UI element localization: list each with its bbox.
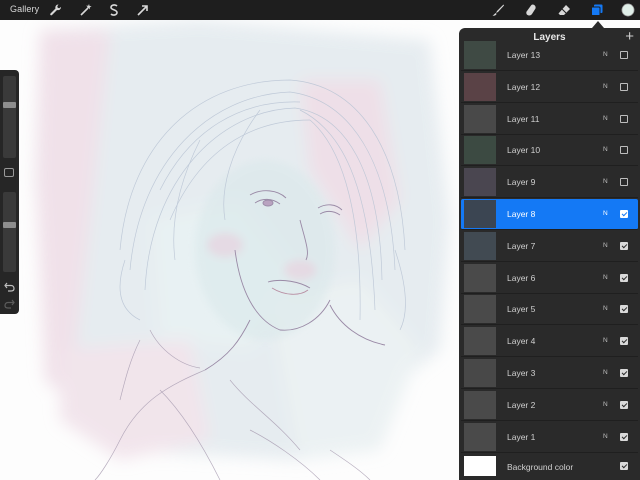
layer-name: Layer 1 [507,431,536,442]
background-swatch[interactable] [464,456,496,476]
opacity-knob[interactable] [3,222,16,228]
smudge-icon[interactable] [524,3,538,17]
brush-size-knob[interactable] [3,102,16,108]
layer-name: Layer 8 [507,209,536,219]
layers-icon[interactable] [590,3,604,17]
layer-visibility-checkbox[interactable] [620,273,628,282]
layer-visibility-checkbox[interactable] [620,146,628,155]
layer-row[interactable]: Layer 2 N [461,390,638,421]
layer-visibility-checkbox[interactable] [620,369,628,377]
layer-thumbnail[interactable] [464,263,496,292]
layer-row[interactable]: Layer 4 N [461,326,638,358]
blend-mode-button[interactable]: N [603,210,608,217]
background-color-row[interactable]: Background color [461,454,638,478]
layer-thumbnail[interactable] [464,168,496,197]
layer-name: Layer 11 [507,113,540,124]
blend-mode-button[interactable]: N [603,274,608,281]
wrench-icon[interactable] [49,3,63,17]
layer-row[interactable]: Layer 10 N [461,135,638,167]
blend-mode-button[interactable]: N [603,369,608,376]
layer-thumbnail[interactable] [464,136,496,165]
selection-icon[interactable] [107,3,121,17]
blend-mode-button[interactable]: N [603,83,608,90]
layer-thumbnail[interactable] [464,231,496,260]
layer-row[interactable]: Layer 7 N [461,231,638,262]
layer-visibility-checkbox[interactable] [620,210,628,218]
layer-row[interactable]: Layer 11 N [461,104,638,135]
layer-name: Layer 3 [507,368,536,378]
layer-row[interactable]: Layer 5 N [461,294,638,326]
blend-mode-button[interactable]: N [603,242,608,249]
eraser-icon[interactable] [557,3,571,17]
brush-icon[interactable] [491,3,505,17]
layer-name: Layer 7 [507,240,536,251]
layer-name: Layer 4 [507,336,536,347]
layer-visibility-checkbox[interactable] [620,337,628,346]
layer-row[interactable]: Layer 6 N [461,263,638,294]
redo-icon[interactable] [4,296,15,309]
top-toolbar: Gallery [0,0,640,20]
blend-mode-button[interactable]: N [603,337,608,344]
layer-thumbnail[interactable] [464,327,496,356]
background-label: Background color [507,462,574,472]
background-visibility-checkbox[interactable] [620,462,628,470]
layers-panel: Layers + Layer 13 N Layer 12 N Layer 11 N Laye… [459,28,640,480]
left-sidebar [0,70,19,314]
layer-name: Layer 10 [507,145,541,156]
layer-visibility-checkbox[interactable] [620,432,628,441]
layer-visibility-checkbox[interactable] [620,178,628,187]
layer-thumbnail[interactable] [464,72,496,101]
undo-icon[interactable] [4,279,15,292]
layer-visibility-checkbox[interactable] [620,82,628,91]
layer-name: Layer 2 [507,399,536,410]
color-icon[interactable] [620,2,635,17]
blend-mode-button[interactable]: N [603,433,608,440]
blend-mode-button[interactable]: N [603,51,608,58]
layer-name: Layer 9 [507,177,536,188]
layer-name: Layer 13 [507,50,541,60]
layer-name: Layer 12 [507,81,541,92]
magic-wand-icon[interactable] [79,3,93,17]
panel-pointer [592,21,604,28]
layer-row[interactable]: Layer 3 N [461,358,638,389]
blend-mode-button[interactable]: N [603,401,608,408]
layer-thumbnail[interactable] [464,422,496,451]
layer-thumbnail[interactable] [464,41,496,69]
gallery-button[interactable]: Gallery [10,4,39,14]
layer-row[interactable]: Layer 12 N [461,72,638,103]
layer-thumbnail[interactable] [464,295,496,324]
layer-thumbnail[interactable] [464,390,496,419]
layer-thumbnail[interactable] [464,104,496,133]
brush-size-slider[interactable] [3,76,16,158]
layer-row[interactable]: Layer 8 N [461,199,638,230]
layer-visibility-checkbox[interactable] [620,114,628,123]
layer-thumbnail[interactable] [464,200,496,228]
layer-visibility-checkbox[interactable] [620,241,628,250]
layer-thumbnail[interactable] [464,359,496,387]
procreate-app: Gallery Layers + Layer 13 N Layer 12 N L… [0,0,640,480]
blend-mode-button[interactable]: N [603,305,608,312]
layer-visibility-checkbox[interactable] [620,51,628,59]
layer-name: Layer 5 [507,304,536,315]
opacity-slider[interactable] [3,192,16,272]
blend-mode-button[interactable]: N [603,146,608,153]
layer-row[interactable]: Layer 13 N [461,40,638,71]
layer-visibility-checkbox[interactable] [620,400,628,409]
layer-name: Layer 6 [507,272,536,283]
blend-mode-button[interactable]: N [603,115,608,122]
layer-visibility-checkbox[interactable] [620,305,628,314]
layer-row[interactable]: Layer 1 N [461,422,638,453]
transform-arrow-icon[interactable] [136,3,150,17]
layer-row[interactable]: Layer 9 N [461,167,638,199]
blend-mode-button[interactable]: N [603,178,608,185]
square-icon[interactable] [4,168,14,177]
